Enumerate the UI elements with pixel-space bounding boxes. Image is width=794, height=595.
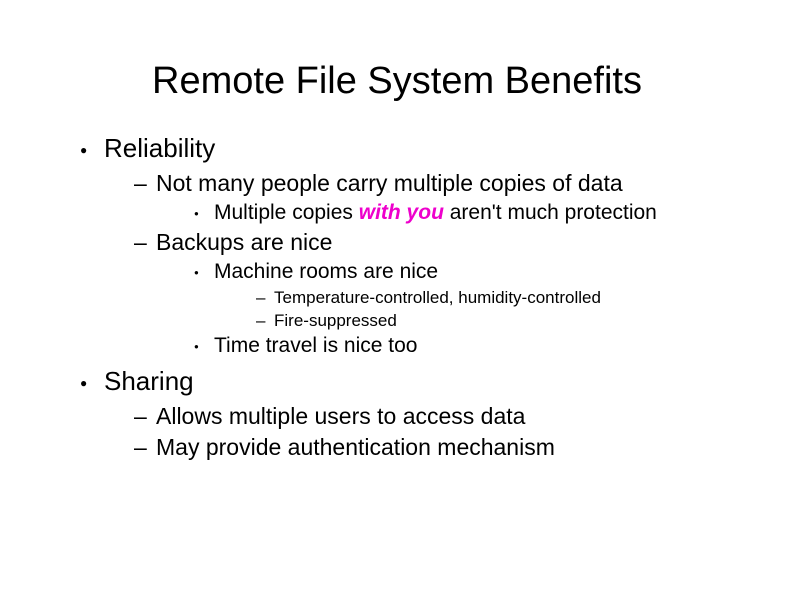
item-text: Sharing	[104, 366, 194, 397]
item-text: May provide authentication mechanism	[156, 434, 555, 461]
list-item: ● Multiple copies with you aren't much p…	[194, 201, 744, 225]
item-text: Time travel is nice too	[214, 334, 417, 358]
list-item: ● Reliability	[80, 133, 744, 164]
list-level-2: – Backups are nice	[134, 229, 744, 256]
list-level-3: ● Multiple copies with you aren't much p…	[194, 201, 744, 225]
dash-icon: –	[134, 229, 156, 256]
dash-icon: –	[134, 434, 156, 461]
list-level-2: – Allows multiple users to access data –…	[134, 403, 744, 461]
item-text: Not many people carry multiple copies of…	[156, 170, 623, 197]
list-item: – Temperature-controlled, humidity-contr…	[256, 288, 744, 308]
item-text: Reliability	[104, 133, 215, 164]
bullet-icon: ●	[194, 342, 214, 351]
slide-title: Remote File System Benefits	[50, 60, 744, 103]
list-level-3: ● Machine rooms are nice	[194, 260, 744, 284]
list-level-1: ● Reliability	[80, 133, 744, 164]
list-item: – Not many people carry multiple copies …	[134, 170, 744, 197]
item-text: Temperature-controlled, humidity-control…	[274, 288, 601, 308]
item-text: Allows multiple users to access data	[156, 403, 525, 430]
slide: Remote File System Benefits ● Reliabilit…	[0, 0, 794, 595]
list-item: – Backups are nice	[134, 229, 744, 256]
list-level-3: ● Time travel is nice too	[194, 334, 744, 358]
item-text: Backups are nice	[156, 229, 332, 256]
emphasized-text: with you	[359, 201, 444, 224]
bullet-icon: ●	[80, 143, 104, 157]
dash-icon: –	[256, 311, 274, 331]
list-item: – Fire-suppressed	[256, 311, 744, 331]
list-level-4: – Temperature-controlled, humidity-contr…	[256, 288, 744, 331]
list-item: ● Sharing	[80, 366, 744, 397]
dash-icon: –	[134, 403, 156, 430]
list-level-2: – Not many people carry multiple copies …	[134, 170, 744, 197]
bullet-icon: ●	[194, 268, 214, 277]
bullet-icon: ●	[194, 209, 214, 218]
text-part: Multiple copies	[214, 201, 359, 224]
list-item: – May provide authentication mechanism	[134, 434, 744, 461]
item-text: Machine rooms are nice	[214, 260, 438, 284]
dash-icon: –	[134, 170, 156, 197]
item-text: Fire-suppressed	[274, 311, 397, 331]
list-item: ● Machine rooms are nice	[194, 260, 744, 284]
list-item: ● Time travel is nice too	[194, 334, 744, 358]
bullet-icon: ●	[80, 376, 104, 390]
item-text: Multiple copies with you aren't much pro…	[214, 201, 657, 225]
text-part: aren't much protection	[444, 201, 657, 224]
dash-icon: –	[256, 288, 274, 308]
list-item: – Allows multiple users to access data	[134, 403, 744, 430]
list-level-1: ● Sharing	[80, 366, 744, 397]
